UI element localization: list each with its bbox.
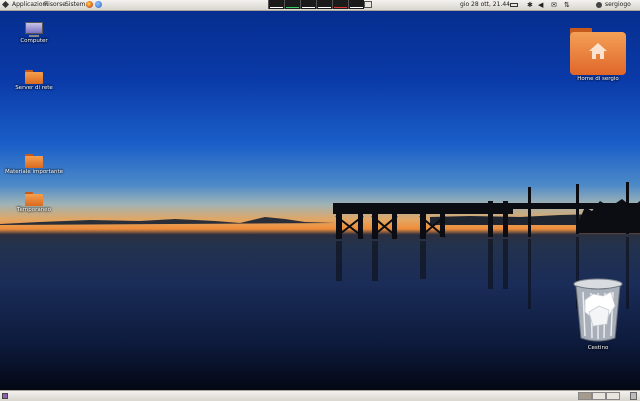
show-desktop-icon[interactable] (2, 393, 8, 399)
menu-applicazioni[interactable]: Applicazioni (12, 0, 48, 10)
computer-icon (25, 22, 43, 34)
workspace-switcher[interactable] (268, 0, 364, 10)
help-icon[interactable] (95, 1, 102, 8)
workspace-1-indicator (270, 7, 283, 8)
trash-icon (573, 278, 623, 342)
home-label: Home di sergio (577, 76, 619, 82)
network-folder-icon (25, 70, 43, 84)
house-icon (589, 43, 607, 59)
top-panel: Applicazioni Risorse Sistema gio 28 ott,… (0, 0, 640, 11)
menu-risorse[interactable]: Risorse (44, 0, 66, 10)
workspace-2[interactable] (284, 0, 300, 9)
materiale-label: Materiale importante (4, 169, 64, 175)
bottom-workspace-2[interactable] (592, 392, 606, 400)
desktop-icon-trash[interactable]: Cestino (560, 278, 636, 351)
folder-icon (25, 192, 43, 206)
folder-icon (25, 154, 43, 168)
bottom-workspace-3[interactable] (606, 392, 620, 400)
trash-label: Cestino (587, 345, 609, 351)
computer-label: Computer (20, 38, 48, 44)
user-status-icon[interactable] (596, 2, 602, 8)
desktop-icon-computer[interactable]: Computer (4, 22, 64, 44)
workspace-1[interactable] (268, 0, 284, 9)
workspace-2-indicator (286, 7, 299, 8)
desktop-icon-home[interactable]: Home di sergio (560, 28, 636, 82)
bottom-workspace-switcher[interactable] (578, 392, 620, 400)
volume-icon[interactable]: ◀ (538, 0, 543, 10)
computer-stand (29, 35, 39, 37)
window-list-icon[interactable] (364, 1, 372, 8)
panel-trash-icon[interactable] (630, 392, 637, 400)
workspace-5[interactable] (332, 0, 348, 9)
battery-icon[interactable] (510, 3, 518, 7)
desktop-wallpaper[interactable]: Computer Server di rete Materiale import… (0, 11, 640, 390)
desktop-icon-materiale[interactable]: Materiale importante (4, 154, 64, 175)
desktop-icon-temporaneo[interactable]: Temporaneo (4, 192, 64, 213)
bottom-panel (0, 390, 640, 401)
home-folder-icon (570, 28, 626, 75)
network-icon[interactable]: ⇅ (564, 0, 570, 10)
workspace-3-indicator (302, 7, 315, 8)
server-label: Server di rete (15, 85, 53, 91)
workspace-3[interactable] (300, 0, 316, 9)
pier-silhouette (0, 182, 640, 309)
firefox-icon[interactable] (86, 1, 93, 8)
user-menu[interactable]: sergiogo (605, 0, 631, 10)
bottom-workspace-1[interactable] (578, 392, 592, 400)
workspace-6-indicator (350, 7, 363, 8)
desktop-icon-server[interactable]: Server di rete (4, 70, 64, 91)
bluetooth-icon[interactable]: ✱ (527, 0, 533, 10)
clock[interactable]: gio 28 ott, 21.44 (460, 0, 510, 10)
workspace-5-indicator (334, 7, 347, 8)
workspace-4-indicator (318, 7, 331, 8)
ubuntu-logo-icon[interactable] (2, 1, 9, 8)
workspace-4[interactable] (316, 0, 332, 9)
mail-icon[interactable]: ✉ (551, 0, 557, 10)
temporaneo-label: Temporaneo (17, 207, 51, 213)
workspace-6[interactable] (348, 0, 364, 9)
